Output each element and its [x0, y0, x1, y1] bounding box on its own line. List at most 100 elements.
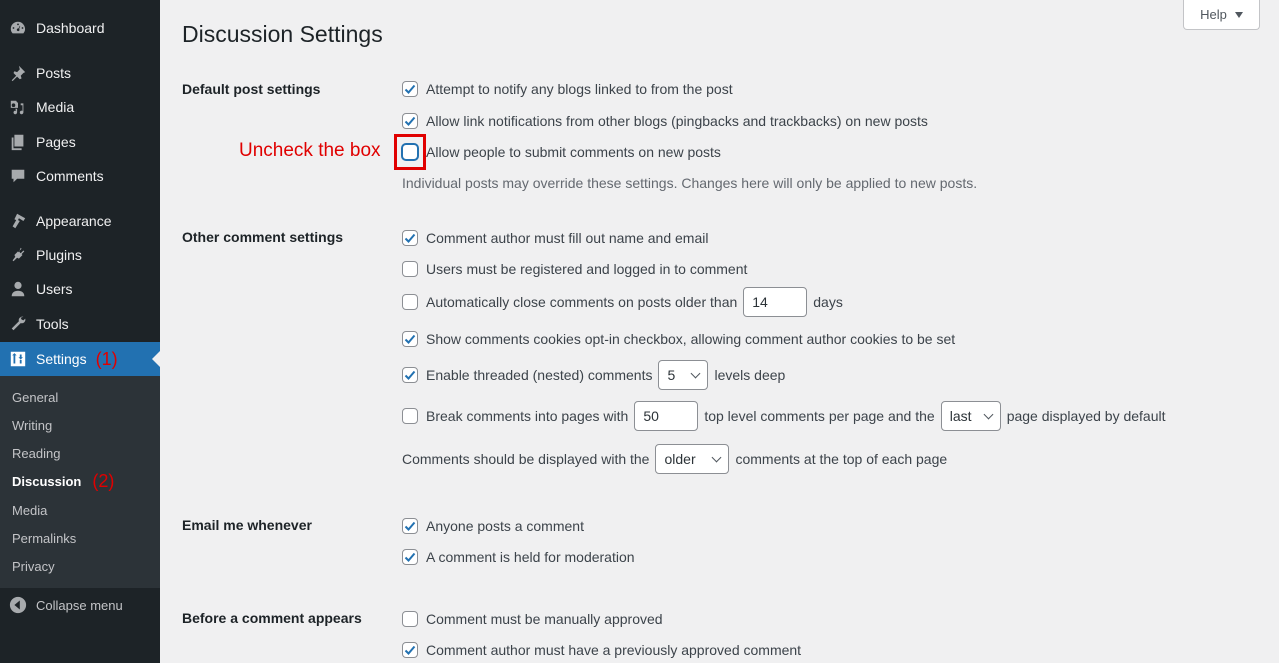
select-value: 5 [667, 367, 676, 383]
option-label: Allow link notifications from other blog… [426, 113, 928, 129]
option-manual-approve: Comment must be manually approved [402, 611, 663, 627]
active-indicator [152, 351, 160, 367]
option-label: Anyone posts a comment [426, 518, 584, 534]
menu-label: Pages [36, 134, 76, 150]
submenu-writing[interactable]: Writing [12, 415, 52, 435]
option-label: Comment must be manually approved [426, 611, 663, 627]
checkmark-icon [404, 370, 416, 380]
submenu-privacy[interactable]: Privacy [12, 556, 55, 576]
checkbox-email-moderation[interactable] [402, 549, 418, 565]
menu-dashboard[interactable]: Dashboard [0, 11, 160, 45]
default-page-select[interactable]: last [940, 401, 1001, 431]
thread-depth-select[interactable]: 5 [658, 360, 709, 390]
menu-tools[interactable]: Tools [0, 307, 160, 341]
option-label: Break comments into pages with [426, 408, 629, 424]
option-label: Users must be registered and logged in t… [426, 261, 748, 277]
section-label-other-comment: Other comment settings [182, 229, 344, 245]
submenu-permalinks[interactable]: Permalinks [12, 528, 76, 548]
checkbox-threaded[interactable] [402, 367, 418, 383]
option-label: Show comments cookies opt-in checkbox, a… [426, 331, 956, 347]
option-label-middle: top level comments per page and the [704, 408, 935, 424]
menu-appearance[interactable]: Appearance [0, 204, 160, 238]
checkbox-name-email[interactable] [402, 230, 418, 246]
menu-label: Users [36, 281, 73, 297]
menu-plugins[interactable]: Plugins [0, 238, 160, 272]
submenu-reading[interactable]: Reading [12, 443, 60, 463]
checkmark-icon [404, 233, 416, 243]
option-label-suffix: days [813, 294, 843, 310]
option-label-suffix: levels deep [714, 367, 786, 383]
pages-icon [0, 133, 36, 151]
option-label: A comment is held for moderation [426, 549, 635, 565]
brush-icon [0, 212, 36, 230]
help-label: Help [1200, 7, 1227, 22]
menu-label: Dashboard [36, 20, 105, 36]
comments-per-page-input[interactable]: 50 [634, 401, 699, 431]
comment-order-select[interactable]: older [655, 444, 730, 474]
user-icon [0, 280, 36, 298]
caret-down-icon [1234, 11, 1243, 18]
close-days-input[interactable]: 14 [743, 287, 808, 317]
option-name-email: Comment author must fill out name and em… [402, 230, 708, 246]
select-value: last [949, 408, 972, 424]
option-registered: Users must be registered and logged in t… [402, 261, 747, 277]
submenu-general[interactable]: General [12, 387, 58, 407]
menu-label: Settings [36, 351, 87, 367]
checkmark-icon [404, 116, 416, 126]
submenu-label: Discussion [12, 473, 82, 489]
option-notify-blogs: Attempt to notify any blogs linked to fr… [402, 81, 733, 97]
chevron-down-icon [691, 368, 701, 378]
instruction-annotation: Uncheck the box [239, 140, 381, 161]
checkbox-email-anyone[interactable] [402, 518, 418, 534]
checkbox-paging[interactable] [402, 408, 418, 424]
menu-users[interactable]: Users [0, 272, 160, 306]
option-email-moderation: A comment is held for moderation [402, 549, 635, 565]
option-paging: Break comments into pages with 50 top le… [402, 401, 1166, 431]
checkbox-cookies[interactable] [402, 331, 418, 347]
section-label-email: Email me whenever [182, 517, 312, 533]
menu-settings[interactable]: Settings (1) [0, 342, 160, 376]
step-annotation-1: (1) [95, 348, 118, 369]
collapse-arrow-icon [0, 596, 36, 614]
menu-media[interactable]: Media [0, 90, 160, 124]
checkbox-manual-approve[interactable] [402, 611, 418, 627]
checkbox-prev-approved[interactable] [402, 642, 418, 658]
collapse-label: Collapse menu [36, 597, 123, 613]
section-label-default-post: Default post settings [182, 81, 321, 97]
checkbox-pingbacks[interactable] [402, 113, 418, 129]
menu-pages[interactable]: Pages [0, 125, 160, 159]
option-threaded: Enable threaded (nested) comments 5 leve… [402, 360, 785, 390]
menu-label: Appearance [36, 213, 112, 229]
submenu-media[interactable]: Media [12, 500, 47, 520]
option-label: Attempt to notify any blogs linked to fr… [426, 81, 733, 97]
menu-posts[interactable]: Posts [0, 56, 160, 90]
collapse-menu-button[interactable]: Collapse menu [0, 588, 160, 622]
option-label: Automatically close comments on posts ol… [426, 294, 738, 310]
checkbox-notify-blogs[interactable] [402, 81, 418, 97]
help-button[interactable]: Help [1183, 0, 1260, 30]
checkbox-registered[interactable] [402, 261, 418, 277]
checkmark-icon [404, 552, 416, 562]
checkmark-icon [404, 84, 416, 94]
option-label: Comment author must fill out name and em… [426, 230, 709, 246]
checkbox-auto-close[interactable] [402, 294, 418, 310]
main-content: Discussion Settings Help Default post se… [160, 0, 1279, 663]
pin-icon [0, 64, 36, 82]
settings-sliders-icon [0, 350, 36, 368]
menu-label: Posts [36, 65, 72, 81]
page-title: Discussion Settings [182, 21, 383, 47]
option-email-anyone: Anyone posts a comment [402, 518, 584, 534]
step-annotation-2: (2) [92, 470, 115, 491]
option-label: Comments should be displayed with the [402, 451, 650, 467]
select-value: older [664, 451, 696, 467]
option-pingbacks: Allow link notifications from other blog… [402, 113, 928, 129]
menu-label: Plugins [36, 247, 82, 263]
default-post-description: Individual posts may override these sett… [402, 175, 978, 191]
media-icon [0, 98, 36, 116]
submenu-discussion[interactable]: Discussion (2) [12, 471, 114, 491]
highlight-box [394, 134, 426, 170]
option-label-suffix: comments at the top of each page [735, 451, 948, 467]
option-prev-approved: Comment author must have a previously ap… [402, 642, 801, 658]
option-order: Comments should be displayed with the ol… [402, 444, 947, 474]
menu-comments[interactable]: Comments [0, 159, 160, 193]
